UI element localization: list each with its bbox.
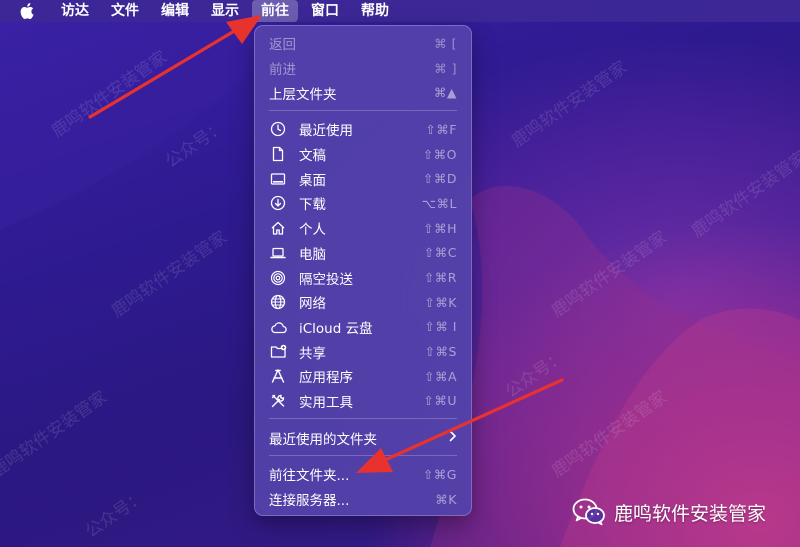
watermark-text: 鹿鸣软件安装管家 (687, 147, 800, 242)
brand-label: 鹿鸣软件安装管家 (614, 502, 767, 525)
clock-icon (269, 120, 287, 138)
menu-item-applications[interactable]: 应用程序 ⇧⌘A (255, 364, 471, 389)
shortcut-label: ⌘ ] (434, 60, 457, 76)
watermark-text: 鹿鸣软件安装管家 (547, 227, 671, 322)
applications-icon (269, 367, 287, 385)
shortcut-label: ⇧⌘G (422, 466, 457, 482)
menu-separator (269, 418, 457, 420)
menu-item-connect-to-server[interactable]: 连接服务器... ⌘K (255, 487, 471, 512)
watermark-text: 鹿鸣软件安装管家 (0, 387, 111, 482)
chevron-right-icon (449, 430, 457, 446)
shortcut-label: ⇧⌘H (423, 220, 457, 236)
cloud-icon (269, 318, 287, 336)
shortcut-label: ⇧⌘ I (424, 319, 457, 335)
menu-item-recents[interactable]: 最近使用 ⇧⌘F (255, 117, 471, 142)
menu-item-documents[interactable]: 文稿 ⇧⌘O (255, 142, 471, 167)
menu-item-icloud-drive[interactable]: iCloud 云盘 ⇧⌘ I (255, 315, 471, 340)
watermark-text: 公众号： (161, 116, 230, 173)
menu-item-label: 连接服务器... (269, 493, 350, 510)
laptop-icon (269, 244, 287, 262)
menu-help[interactable]: 帮助 (352, 0, 398, 22)
watermark-text: 公众号： (81, 486, 150, 543)
watermark-text: 鹿鸣软件安装管家 (107, 227, 231, 322)
menu-item-label: 应用程序 (299, 370, 353, 387)
menu-bar: 访达 文件 编辑 显示 前往 窗口 帮助 (0, 0, 800, 22)
menu-item-label: 文稿 (299, 148, 326, 165)
watermark-text: 鹿鸣软件安装管家 (507, 57, 631, 152)
shortcut-label: ⇧⌘C (423, 245, 457, 261)
shortcut-label: ⇧⌘A (423, 368, 457, 384)
menu-item-label: 返回 (269, 37, 296, 54)
shared-folder-icon (269, 343, 287, 361)
menu-item-label: 电脑 (299, 246, 326, 263)
menu-item-label: 最近使用的文件夹 (269, 431, 377, 448)
shortcut-label: ⌘ [ (434, 35, 457, 51)
airdrop-icon (269, 269, 287, 287)
menu-item-back[interactable]: 返回 ⌘ [ (255, 31, 471, 56)
document-icon (269, 145, 287, 163)
annotation-arrow-to-go-menu (88, 15, 262, 119)
menu-item-desktop[interactable]: 桌面 ⇧⌘D (255, 166, 471, 191)
watermark-text: 鹿鸣软件安装管家 (47, 47, 171, 142)
watermark-text: 公众号： (501, 346, 570, 403)
menu-item-label: 个人 (299, 222, 326, 239)
menu-item-label: 实用工具 (299, 394, 353, 411)
shortcut-label: ⇧⌘F (425, 121, 457, 137)
wechat-icon (572, 498, 606, 526)
menu-finder[interactable]: 访达 (52, 0, 98, 22)
shortcut-label: ⇧⌘R (423, 270, 457, 286)
shortcut-label: ⇧⌘U (423, 393, 457, 409)
menu-item-computer[interactable]: 电脑 ⇧⌘C (255, 241, 471, 266)
menu-edit[interactable]: 编辑 (152, 0, 198, 22)
menu-item-enclosing-folder[interactable]: 上层文件夹 ⌘▲ (255, 80, 471, 105)
desktop-icon (269, 170, 287, 188)
menu-item-label: 网络 (299, 296, 326, 313)
menu-item-downloads[interactable]: 下载 ⌥⌘L (255, 191, 471, 216)
shortcut-label: ⌥⌘L (421, 195, 457, 211)
menu-item-forward[interactable]: 前进 ⌘ ] (255, 56, 471, 81)
menu-item-label: 最近使用 (299, 123, 353, 140)
menu-item-label: 隔空投送 (299, 271, 353, 288)
menu-item-label: 桌面 (299, 172, 326, 189)
menu-separator (269, 110, 457, 112)
shortcut-label: ⌘K (435, 491, 457, 507)
watermark-text: 鹿鸣软件安装管家 (547, 387, 671, 482)
menu-item-label: 共享 (299, 345, 326, 362)
home-icon (269, 219, 287, 237)
menu-item-network[interactable]: 网络 ⇧⌘K (255, 290, 471, 315)
menu-go[interactable]: 前往 (252, 0, 298, 22)
brand-watermark: 鹿鸣软件安装管家 (572, 498, 766, 526)
apple-logo-icon[interactable] (20, 3, 34, 19)
shortcut-label: ⌘▲ (433, 85, 457, 101)
menu-item-label: iCloud 云盘 (299, 320, 373, 337)
go-menu-dropdown: 返回 ⌘ [ 前进 ⌘ ] 上层文件夹 ⌘▲ 最近使用 ⇧⌘F 文稿 ⇧⌘O 桌… (254, 25, 472, 516)
menu-separator (269, 455, 457, 456)
menu-item-recent-folders[interactable]: 最近使用的文件夹 (255, 425, 471, 450)
menu-item-utilities[interactable]: 实用工具 ⇧⌘U (255, 389, 471, 414)
menu-item-go-to-folder[interactable]: 前往文件夹... ⇧⌘G (255, 462, 471, 487)
download-icon (269, 194, 287, 212)
menu-window[interactable]: 窗口 (302, 0, 348, 22)
menu-item-home[interactable]: 个人 ⇧⌘H (255, 216, 471, 241)
menu-item-airdrop[interactable]: 隔空投送 ⇧⌘R (255, 265, 471, 290)
menu-item-label: 前往文件夹... (269, 468, 350, 485)
menu-item-label: 下载 (299, 197, 326, 214)
tools-icon (269, 392, 287, 410)
menu-view[interactable]: 显示 (202, 0, 248, 22)
menu-item-label: 上层文件夹 (269, 86, 337, 103)
network-globe-icon (269, 293, 287, 311)
menu-item-label: 前进 (269, 62, 296, 79)
menu-file[interactable]: 文件 (102, 0, 148, 22)
menu-item-shared[interactable]: 共享 ⇧⌘S (255, 339, 471, 364)
shortcut-label: ⇧⌘O (422, 146, 457, 162)
shortcut-label: ⇧⌘K (424, 294, 457, 310)
shortcut-label: ⇧⌘S (424, 344, 457, 360)
shortcut-label: ⇧⌘D (422, 171, 457, 187)
